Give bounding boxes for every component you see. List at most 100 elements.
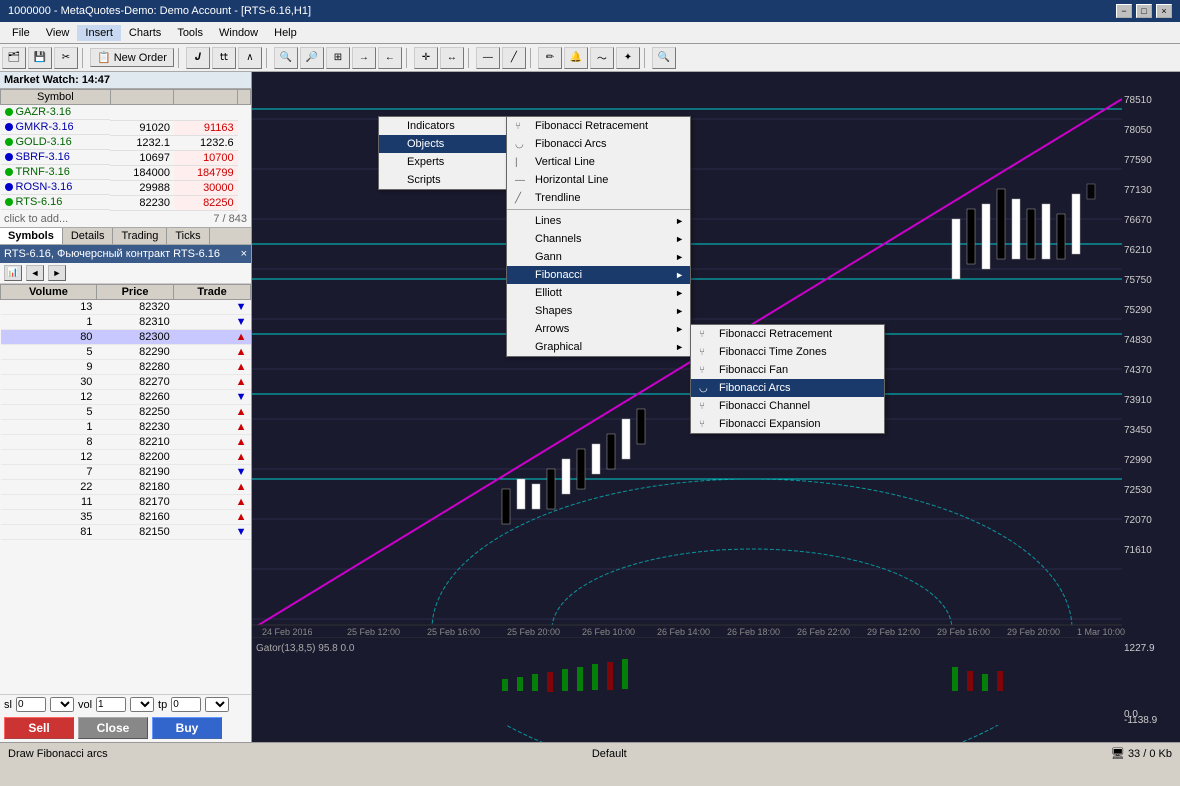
toolbar-btn-3[interactable]: ✂ [54,47,78,69]
toolbar-pencil[interactable]: ✏ [538,47,562,69]
menu-view[interactable]: View [38,25,78,41]
menu-window[interactable]: Window [211,25,266,41]
market-watch-row[interactable]: RTS-6.168223082250 [1,195,251,210]
tab-trading[interactable]: Trading [113,228,167,244]
trade-row[interactable]: 182230▲ [1,419,251,434]
menu-tools[interactable]: Tools [169,25,211,41]
trade-row[interactable]: 982280▲ [1,359,251,374]
trade-row[interactable]: 1182170▲ [1,494,251,509]
shapes-label: Shapes [535,305,572,317]
ticker-fwd-button[interactable]: ► [48,265,66,281]
menu-help[interactable]: Help [266,25,305,41]
market-watch-row[interactable]: GMKR-3.169102091163 [1,120,251,135]
toolbar-btn-2[interactable]: 💾 [28,47,52,69]
menu-file[interactable]: File [4,25,38,41]
obj-fibonacci[interactable]: Fibonacci [507,266,690,284]
buy-button[interactable]: Buy [152,717,222,739]
obj-vline[interactable]: | Vertical Line [507,153,690,171]
trade-row[interactable]: 8182150▼ [1,524,251,539]
obj-graphical[interactable]: Graphical [507,338,690,356]
fib-retracement-item[interactable]: ⑂ Fibonacci Retracement [691,325,884,343]
market-watch-row[interactable]: TRNF-3.16184000184799 [1,165,251,180]
crosshair-button[interactable]: ✛ [414,47,438,69]
market-watch-add[interactable]: click to add... 7 / 843 [0,211,251,227]
minimize-button[interactable]: − [1116,4,1132,18]
toolbar-wave[interactable]: 〜 [590,47,614,69]
vol-select[interactable] [130,697,154,712]
scroll-right-button[interactable]: → [352,47,376,69]
trade-row[interactable]: 1382320▼ [1,299,251,314]
market-watch-row[interactable]: GOLD-3.161232.11232.6 [1,135,251,150]
scroll-left-button[interactable]: ← [378,47,402,69]
chart-area[interactable]: 100.0 61.8 50.0 38.2 23.6 0.0 78510 7805… [252,72,1180,742]
trade-row[interactable]: 8082300▲ [1,329,251,344]
trade-cell: ▼ [174,299,251,314]
obj-lines[interactable]: Lines [507,212,690,230]
fib-timezones-item[interactable]: ⑂ Fibonacci Time Zones [691,343,884,361]
obj-arrows[interactable]: Arrows [507,320,690,338]
ticker-chart-button[interactable]: 📊 [4,265,22,281]
fib-channel-item[interactable]: ⑂ Fibonacci Channel [691,397,884,415]
volume-cell: 1 [1,314,97,329]
toolbar-chart-3[interactable]: ∧ [238,47,262,69]
toolbar-chart-1[interactable]: 𝑱 [186,47,210,69]
trade-cell: ▲ [174,329,251,344]
ticker-back-button[interactable]: ◄ [26,265,44,281]
obj-fib-arcs[interactable]: ◡ Fibonacci Arcs [507,135,690,153]
fib-fan-item[interactable]: ⑂ Fibonacci Fan [691,361,884,379]
obj-shapes[interactable]: Shapes [507,302,690,320]
trade-cell: ▲ [174,449,251,464]
market-watch-row[interactable]: ROSN-3.162998830000 [1,180,251,195]
obj-fib-retracement[interactable]: ⑂ Fibonacci Retracement [507,117,690,135]
zoom-in-button[interactable]: 🔍 [274,47,298,69]
close-button[interactable]: × [1156,4,1172,18]
toolbar-chart-2[interactable]: 𝗍𝗍 [212,47,236,69]
trade-row[interactable]: 1282260▼ [1,389,251,404]
fib-arcs-item[interactable]: ◡ Fibonacci Arcs [691,379,884,397]
ticker-close-button[interactable]: × [241,248,247,260]
maximize-button[interactable]: □ [1136,4,1152,18]
tp-select[interactable] [205,697,229,712]
sell-button[interactable]: Sell [4,717,74,739]
fib-fan-label: Fibonacci Fan [719,364,788,376]
tp-input[interactable] [171,697,201,712]
new-order-button[interactable]: 📋 New Order [90,48,174,67]
obj-gann[interactable]: Gann [507,248,690,266]
trade-row[interactable]: 882210▲ [1,434,251,449]
close-order-button[interactable]: Close [78,717,148,739]
obj-channels[interactable]: Channels [507,230,690,248]
tab-details[interactable]: Details [63,228,114,244]
toolbar-star[interactable]: ✦ [616,47,640,69]
fib-ret2-icon: ⑂ [699,329,715,340]
fib-expansion-item[interactable]: ⑂ Fibonacci Expansion [691,415,884,433]
trade-row[interactable]: 3082270▲ [1,374,251,389]
arrow-button[interactable]: ↔ [440,47,464,69]
trade-row[interactable]: 2282180▲ [1,479,251,494]
obj-hline[interactable]: — Horizontal Line [507,171,690,189]
zoom-out-button[interactable]: 🔎 [300,47,324,69]
trade-row[interactable]: 1282200▲ [1,449,251,464]
toolbar-btn-1[interactable]: 🗂 [2,47,26,69]
trade-row[interactable]: 582250▲ [1,404,251,419]
toolbar-diag[interactable]: ╱ [502,47,526,69]
tab-symbols[interactable]: Symbols [0,228,63,244]
obj-trendline[interactable]: ╱ Trendline [507,189,690,207]
sl-input[interactable] [16,697,46,712]
trade-row[interactable]: 782190▼ [1,464,251,479]
search-button[interactable]: 🔍 [652,47,676,69]
tab-ticks[interactable]: Ticks [167,228,209,244]
trade-row[interactable]: 582290▲ [1,344,251,359]
menu-insert[interactable]: Insert [77,25,121,41]
toolbar-line[interactable]: — [476,47,500,69]
sl-select[interactable] [50,697,74,712]
market-watch-row[interactable]: GAZR-3.16 [1,105,251,121]
toolbar-bell[interactable]: 🔔 [564,47,588,69]
obj-elliott[interactable]: Elliott [507,284,690,302]
fit-button[interactable]: ⊞ [326,47,350,69]
vol-input[interactable] [96,697,126,712]
trade-row[interactable]: 3582160▲ [1,509,251,524]
menu-charts[interactable]: Charts [121,25,169,41]
trade-row[interactable]: 182310▼ [1,314,251,329]
col-symbol: Symbol [1,90,111,105]
market-watch-row[interactable]: SBRF-3.161069710700 [1,150,251,165]
